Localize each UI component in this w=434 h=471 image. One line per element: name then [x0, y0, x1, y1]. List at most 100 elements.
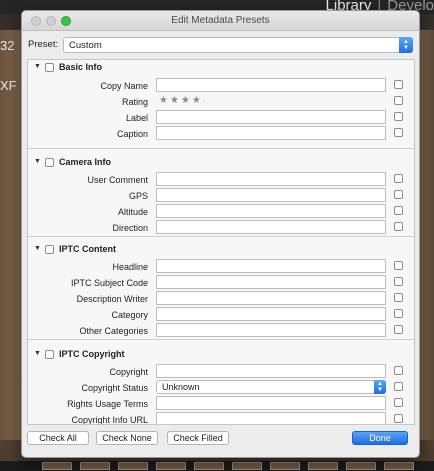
field-checkbox[interactable]: [394, 366, 403, 375]
copy-name-input[interactable]: [156, 78, 386, 92]
field-checkbox[interactable]: [394, 277, 403, 286]
filmstrip-thumbnail[interactable]: [156, 462, 186, 470]
field-checkbox[interactable]: [394, 398, 403, 407]
description-writer-input[interactable]: [156, 291, 386, 305]
field-label: Copyright: [109, 367, 148, 377]
done-button[interactable]: Done: [352, 431, 408, 445]
headline-input[interactable]: [156, 259, 386, 273]
section-iptc-content: ▼ IPTC Content Headline IPTC Subject Cod…: [28, 237, 414, 340]
filmstrip-thumbnail[interactable]: [194, 462, 224, 470]
field-checkbox[interactable]: [394, 206, 403, 215]
preset-select-value: Custom: [69, 40, 102, 51]
field-label: User Comment: [87, 175, 148, 185]
field-checkbox[interactable]: [394, 293, 403, 302]
check-filled-button[interactable]: Check Filled: [167, 431, 229, 445]
section-checkbox[interactable]: [45, 350, 54, 359]
field-checkbox[interactable]: [394, 190, 403, 199]
field-row-description-writer: Description Writer: [28, 291, 414, 307]
dialog-footer: Check All Check None Check Filled Done: [22, 431, 419, 453]
field-checkbox[interactable]: [394, 112, 403, 121]
disclosure-triangle-icon[interactable]: ▼: [34, 158, 41, 165]
field-row-altitude: Altitude: [28, 204, 414, 220]
background-text: 32: [0, 38, 15, 53]
caption-input[interactable]: [156, 126, 386, 140]
section-checkbox[interactable]: [45, 63, 54, 72]
field-label: Category: [111, 310, 148, 320]
background-photo-right: [418, 30, 434, 440]
filmstrip: [0, 461, 434, 471]
title-bar[interactable]: Edit Metadata Presets: [22, 11, 419, 31]
preset-select[interactable]: Custom ▲ ▼: [63, 37, 413, 53]
rating-dot-icon: ·: [202, 98, 208, 105]
direction-input[interactable]: [156, 220, 386, 234]
field-row-direction: Direction: [28, 220, 414, 236]
field-row-copyright: Copyright: [28, 364, 414, 380]
gps-input[interactable]: [156, 188, 386, 202]
field-checkbox[interactable]: [394, 174, 403, 183]
section-camera-info: ▼ Camera Info User Comment GPS Altitude …: [28, 149, 414, 237]
field-checkbox[interactable]: [394, 261, 403, 270]
field-label: Direction: [112, 223, 148, 233]
field-label: Altitude: [117, 207, 148, 217]
dialog-title: Edit Metadata Presets: [171, 15, 270, 26]
filmstrip-thumbnail[interactable]: [42, 462, 72, 470]
section-checkbox[interactable]: [45, 158, 54, 167]
field-checkbox[interactable]: [394, 414, 403, 423]
copyright-status-value: Unknown: [162, 382, 200, 392]
filmstrip-thumbnail[interactable]: [384, 462, 414, 470]
field-label: IPTC Subject Code: [70, 278, 148, 288]
rights-usage-terms-input[interactable]: [156, 396, 386, 410]
field-checkbox[interactable]: [394, 222, 403, 231]
filmstrip-thumbnail[interactable]: [80, 462, 110, 470]
field-checkbox[interactable]: [394, 382, 403, 391]
field-label: Caption: [116, 129, 148, 139]
field-label: Copyright Status: [81, 383, 148, 393]
filmstrip-thumbnail[interactable]: [118, 462, 148, 470]
category-input[interactable]: [156, 307, 386, 321]
filmstrip-thumbnail[interactable]: [346, 462, 376, 470]
edit-metadata-presets-dialog: Edit Metadata Presets Preset: Custom ▲ ▼ …: [21, 10, 420, 458]
field-label: Rating: [121, 97, 148, 107]
disclosure-triangle-icon[interactable]: ▼: [34, 350, 41, 357]
copyright-info-url-input[interactable]: [156, 412, 386, 424]
field-checkbox[interactable]: [394, 325, 403, 334]
field-row-rating: Rating ★★★★·: [28, 94, 414, 110]
disclosure-triangle-icon[interactable]: ▼: [34, 245, 41, 252]
iptc-subject-code-input[interactable]: [156, 275, 386, 289]
section-title: IPTC Copyright: [59, 349, 125, 359]
section-header: ▼ Camera Info: [28, 155, 414, 171]
altitude-input[interactable]: [156, 204, 386, 218]
check-all-button[interactable]: Check All: [27, 431, 89, 445]
check-none-button[interactable]: Check None: [96, 431, 158, 445]
filmstrip-thumbnail[interactable]: [308, 462, 338, 470]
section-header: ▼ IPTC Copyright: [28, 347, 414, 363]
section-basic-info: ▼ Basic Info Copy Name Rating ★★★★· Labe…: [28, 60, 414, 149]
user-comment-input[interactable]: [156, 172, 386, 186]
copyright-status-select[interactable]: Unknown ▲ ▼: [156, 380, 386, 394]
filmstrip-thumbnail[interactable]: [270, 462, 300, 470]
metadata-fields-panel[interactable]: ▼ Basic Info Copy Name Rating ★★★★· Labe…: [27, 59, 415, 425]
field-label: Copy Name: [100, 81, 148, 91]
field-label: Copyright Info URL: [71, 415, 148, 425]
field-row-label: Label: [28, 110, 414, 126]
field-checkbox[interactable]: [394, 128, 403, 137]
field-checkbox[interactable]: [394, 80, 403, 89]
field-label: Headline: [112, 262, 148, 272]
field-checkbox[interactable]: [394, 96, 403, 105]
rating-stars[interactable]: ★★★★·: [159, 95, 207, 106]
label-input[interactable]: [156, 110, 386, 124]
field-label: Label: [125, 113, 148, 123]
field-row-gps: GPS: [28, 188, 414, 204]
disclosure-triangle-icon[interactable]: ▼: [34, 63, 41, 70]
section-checkbox[interactable]: [45, 245, 54, 254]
section-header: ▼ IPTC Content: [28, 242, 414, 258]
field-row-rights-usage-terms: Rights Usage Terms: [28, 396, 414, 412]
chevron-updown-icon: ▲ ▼: [399, 37, 413, 53]
filmstrip-thumbnail[interactable]: [232, 462, 262, 470]
other-categories-input[interactable]: [156, 323, 386, 337]
preset-row: Preset: Custom ▲ ▼: [28, 37, 413, 53]
field-checkbox[interactable]: [394, 309, 403, 318]
field-row-other-categories: Other Categories: [28, 323, 414, 339]
copyright-input[interactable]: [156, 364, 386, 378]
section-iptc-copyright: ▼ IPTC Copyright Copyright Copyright Sta…: [28, 340, 414, 425]
